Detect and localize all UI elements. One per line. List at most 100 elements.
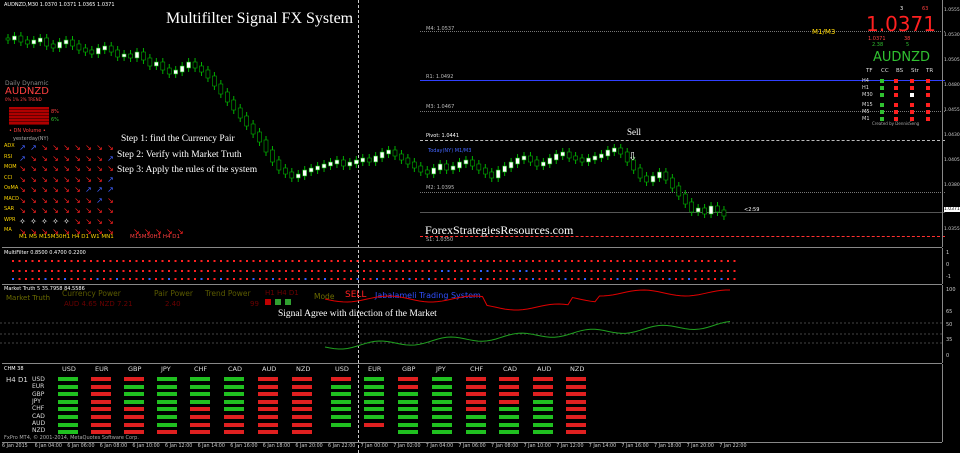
chm-bar (432, 384, 452, 389)
mf-dot (57, 270, 60, 272)
mf-dot (337, 278, 339, 280)
mf-dot (285, 260, 287, 262)
candle-body (437, 163, 443, 171)
chm-panel[interactable]: CHM 38 H4 D1 USD EUR GBP JPY CHF CAD AUD NZD US… (0, 364, 942, 442)
mf-dot (395, 260, 398, 262)
chm-bar (258, 415, 278, 419)
candle-body (431, 167, 437, 175)
mf-dot (155, 270, 157, 272)
chm-header: USD (62, 365, 76, 373)
mf-dot (129, 260, 131, 262)
chm-bar (292, 377, 312, 381)
chm-bar (331, 377, 351, 381)
mf-dot (12, 270, 14, 272)
candle-body (379, 151, 385, 159)
candle-body (657, 171, 662, 179)
mf-dot (200, 270, 203, 272)
chm-bar (364, 377, 384, 381)
chm-header: USD (335, 365, 349, 373)
mf-dot (51, 260, 53, 262)
indicator-arrow-icon: ↘ (63, 153, 70, 163)
mf-dot (291, 260, 294, 262)
mf-dot (246, 270, 248, 272)
mf-dot (70, 260, 73, 262)
price-box-row-label: M1 (862, 116, 870, 122)
mf-dot (668, 278, 671, 280)
mf-dot (447, 270, 450, 272)
multifilter-panel[interactable]: MultiFilter 0.8500 0.4700 0.2200 (0, 248, 942, 284)
chm-bar (224, 415, 244, 419)
mf-dot (291, 278, 294, 280)
market-truth-panel[interactable]: Market Truth 5 35.7958 84.5586 Market Tr… (0, 285, 942, 363)
market-truth-scale: 100 65 50 35 0 (942, 285, 960, 363)
chm-bar (292, 407, 312, 412)
mf-dot (590, 270, 593, 272)
mf-dot (486, 270, 489, 272)
mf-dot (616, 260, 619, 262)
mf-dot (571, 260, 573, 262)
price-chart-panel[interactable]: AUDNZD,M30 1.0370 1.0371 1.0365 1.0371 M… (0, 0, 945, 453)
chm-bar (91, 392, 111, 397)
mf-dot (538, 270, 541, 272)
mf-dot (428, 270, 430, 272)
mf-dot (122, 270, 125, 272)
chm-bar (124, 392, 144, 397)
mf-dot (649, 260, 651, 262)
mf-dot (304, 260, 307, 262)
chm-bar (432, 415, 452, 419)
chm-bar (533, 407, 553, 412)
mf-dot (480, 278, 482, 280)
indicator-arrow-icon: ↘ (41, 174, 48, 184)
chm-bar (533, 430, 553, 435)
candle-body (308, 167, 314, 173)
mf-dot (356, 270, 359, 272)
time-tick: 7 Jan 22:00 (719, 444, 747, 449)
mf-dot (538, 278, 541, 280)
indicator-arrow-icon: ↘ (52, 153, 59, 163)
mf-dot (584, 270, 586, 272)
mf-dot (454, 278, 456, 280)
mf-dot (129, 270, 131, 272)
mf-dot (597, 278, 599, 280)
price-box-cell (880, 93, 884, 97)
chm-bar (58, 422, 78, 427)
mf-dot (174, 270, 177, 272)
mf-dot (636, 260, 638, 262)
chm-bar (398, 384, 418, 389)
mf-dot (395, 278, 398, 280)
mf-scale-tick: 0 (946, 262, 950, 268)
candle-body (225, 91, 230, 103)
candle-body (534, 159, 540, 167)
chm-bar (124, 430, 144, 435)
mf-dot (402, 270, 404, 272)
mf-dot (636, 278, 638, 280)
mf-dot (96, 278, 99, 280)
chm-bar (566, 377, 586, 381)
mf-dot (12, 278, 14, 280)
chm-bar (91, 430, 111, 435)
chm-bar (292, 384, 312, 389)
mf-dot (239, 260, 242, 262)
candle-body (37, 37, 43, 43)
candle-body (154, 61, 159, 67)
mf-dot (623, 270, 625, 272)
mf-dot (376, 260, 378, 262)
price-box-cell (926, 117, 930, 121)
mf-dot (356, 278, 359, 280)
indicator-arrow-icon: ↘ (52, 164, 59, 173)
chm-bar (364, 415, 384, 419)
indicator-arrow-icon: ↘ (30, 174, 37, 184)
mf-dot (64, 278, 66, 280)
candle-body (618, 147, 624, 155)
price-box-cell (910, 103, 914, 107)
candle-body (579, 157, 585, 163)
mf-dot (701, 270, 703, 272)
copyright: FxPro MT4, © 2001-2014, MetaQuotes Softw… (4, 435, 139, 441)
mf-dot (590, 260, 593, 262)
price-box-header: TR (926, 68, 934, 74)
mf-dot (337, 260, 339, 262)
candle-body (276, 159, 282, 171)
mf-dot (317, 260, 320, 262)
mf-dot (129, 278, 131, 280)
chm-currency-headers: USD EUR GBP JPY CHF CAD AUD NZD USD EUR GBP JPY CHF C… (0, 365, 942, 375)
